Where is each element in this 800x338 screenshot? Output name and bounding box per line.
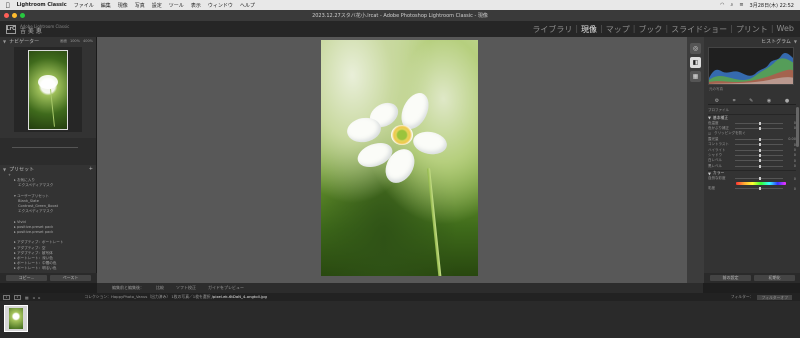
filter-label: フィルター：	[730, 294, 754, 299]
menu-help[interactable]: ヘルプ	[240, 2, 255, 9]
zoom-fit[interactable]: 画面	[60, 39, 67, 44]
wifi-icon[interactable]: ◠	[720, 2, 724, 8]
crop-tool-icon[interactable]: ◎	[690, 43, 701, 54]
module-print[interactable]: プリント	[736, 24, 768, 35]
menu-file[interactable]: ファイル	[74, 2, 94, 9]
histogram[interactable]	[708, 47, 794, 85]
navigator-thumbnail	[28, 50, 68, 130]
checkbox-icon[interactable]: ☑	[708, 132, 711, 136]
flower-center	[391, 125, 413, 145]
develop-toolbar: 編集前と編集後： 比較 ソフト校正 ガイドをプレビュー	[97, 283, 703, 293]
left-panel: ▼ ナビゲーター 画面 100% 400% ▼ プリセット + + ▸ お気に入…	[0, 37, 97, 283]
presets-label: プリセット	[9, 166, 35, 173]
screen-2-icon[interactable]: 2	[14, 294, 21, 300]
app-menu[interactable]: Lightroom Classic	[17, 2, 67, 8]
soft-proof-checkbox[interactable]: ソフト校正	[176, 285, 196, 291]
profile-row[interactable]: プロファイル	[708, 108, 796, 113]
menu-tools[interactable]: ツール	[169, 2, 184, 9]
zoom-window-button[interactable]	[20, 13, 25, 18]
navigator-preview[interactable]	[14, 47, 82, 132]
module-book[interactable]: ブック	[638, 24, 662, 35]
guide-preview-button[interactable]: ガイドをプレビュー	[208, 285, 244, 291]
module-picker: ライブラリ | 現像 | マップ | ブック | スライドショー | プリント | Web	[532, 23, 794, 35]
right-panel-scrollbar[interactable]	[796, 107, 799, 147]
menu-settings[interactable]: 設定	[152, 2, 162, 9]
search-icon[interactable]: ⌕	[731, 2, 734, 8]
preset-list: + ▸ お気に入り エクスペディアマスク ▾ ユーザープリセット Blank_S…	[0, 173, 96, 272]
spot-removal-icon[interactable]: ✎	[749, 98, 753, 104]
module-map[interactable]: マップ	[606, 24, 630, 35]
tool-strip: ◎ ◧ ▦	[687, 37, 704, 283]
hue-color-bar[interactable]	[736, 182, 786, 186]
zoom-400[interactable]: 400%	[83, 39, 93, 44]
filmstrip-bar: 1 2 ▦ ◂ ▸ コレクション：HappyPhoto_Vanus（出力済み） …	[0, 293, 800, 301]
heal-tool-icon[interactable]: ▦	[690, 71, 701, 82]
vibrance-slider[interactable]: 自然な彩度 0	[708, 176, 796, 181]
preset-folder[interactable]: ▸ ポートレート：明るい色	[8, 266, 96, 271]
reset-button[interactable]: 初期化	[754, 275, 795, 281]
blacks-slider[interactable]: 黒レベル 0	[708, 164, 796, 169]
menu-edit[interactable]: 編集	[101, 2, 111, 9]
paste-settings-button[interactable]: ペースト	[50, 275, 91, 281]
filmstrip	[0, 301, 800, 338]
before-after-label: 編集前と編集後：	[112, 285, 144, 290]
module-web[interactable]: Web	[777, 24, 794, 35]
red-eye-icon[interactable]: ◉	[767, 98, 771, 104]
compare-button[interactable]: 比較	[156, 285, 164, 291]
menu-develop[interactable]: 現像	[118, 2, 128, 9]
navigator-header[interactable]: ▼ ナビゲーター 画面 100% 400%	[0, 37, 96, 45]
clock[interactable]: 3月28日(木) 22:52	[750, 2, 794, 9]
identity-plate: LrC Adobe Lightroom Classic 吉 美 恵 ライブラリ |…	[0, 21, 800, 37]
filmstrip-thumbnail[interactable]	[4, 305, 28, 332]
copy-settings-button[interactable]: コピー...	[6, 275, 47, 281]
window-title: 2023.12.27スタバ花小.lrcat - Adobe Photoshop …	[312, 13, 488, 19]
menu-view[interactable]: 表示	[191, 2, 201, 9]
histogram-label: ヒストグラム	[761, 38, 791, 45]
add-preset-icon[interactable]: +	[89, 166, 93, 172]
develop-controls: ⚙ ⌗ ✎ ◉ ● プロファイル ▼ 基本補正 色温度 0 色かぶり補正 0 ☑ …	[708, 97, 796, 192]
lightroom-logo-icon: LrC	[6, 24, 16, 34]
presets-header[interactable]: ▼ プリセット +	[0, 165, 96, 173]
right-panel: ◎ ◧ ▦ ヒストグラム ▼ 元の写真 ⚙ ⌗ ✎ ◉ ● プロファイル ▼ 基本…	[687, 37, 800, 283]
grid-view-icon[interactable]: ▦	[25, 295, 29, 300]
control-center-icon[interactable]: ≡	[739, 2, 743, 8]
saturation-slider[interactable]: 彩度 0	[708, 186, 796, 191]
navigator-label: ナビゲーター	[9, 38, 40, 45]
close-window-button[interactable]	[4, 13, 9, 18]
minimize-window-button[interactable]	[12, 13, 17, 18]
flower-stem	[427, 167, 442, 276]
masking-icon[interactable]: ●	[785, 98, 789, 104]
window-titlebar: 2023.12.27スタバ花小.lrcat - Adobe Photoshop …	[0, 10, 800, 21]
breadcrumb: コレクション：HappyPhoto_Vanus（出力済み） 1枚の写真／1枚を選…	[84, 294, 267, 299]
menu-photo[interactable]: 写真	[135, 2, 145, 9]
history-slider-area[interactable]	[0, 138, 96, 165]
previous-settings-button[interactable]: 前の設定	[710, 275, 751, 281]
module-develop[interactable]: 現像	[581, 24, 597, 35]
back-arrow-icon[interactable]: ◂	[33, 295, 35, 300]
main-photo[interactable]	[321, 40, 478, 276]
zoom-100[interactable]: 100%	[70, 39, 80, 44]
identity-line2: 吉 美 恵	[20, 28, 42, 35]
photo-canvas[interactable]	[97, 37, 703, 283]
apple-icon[interactable]: 	[6, 2, 10, 9]
module-slideshow[interactable]: スライドショー	[671, 24, 727, 35]
original-photo-label: 元の写真	[709, 87, 723, 91]
histogram-header[interactable]: ヒストグラム ▼	[704, 37, 800, 45]
histogram-graph	[709, 53, 793, 84]
filter-select[interactable]: フィルターオフ	[757, 294, 792, 300]
collapse-triangle-icon[interactable]: ▼	[3, 39, 6, 44]
forward-arrow-icon[interactable]: ▸	[39, 295, 41, 300]
mask-tool-icon[interactable]: ◧	[690, 57, 701, 68]
collapse-triangle-icon[interactable]: ▼	[3, 167, 6, 172]
module-library[interactable]: ライブラリ	[532, 24, 572, 35]
edit-tool-icon[interactable]: ⚙	[715, 98, 719, 104]
menu-window[interactable]: ウィンドウ	[208, 2, 233, 9]
collapse-triangle-icon[interactable]: ▼	[794, 39, 797, 44]
screen-1-icon[interactable]: 1	[3, 294, 10, 300]
mac-menubar:  Lightroom Classic ファイル 編集 現像 写真 設定 ツール…	[0, 0, 800, 10]
crop-icon[interactable]: ⌗	[733, 98, 736, 104]
